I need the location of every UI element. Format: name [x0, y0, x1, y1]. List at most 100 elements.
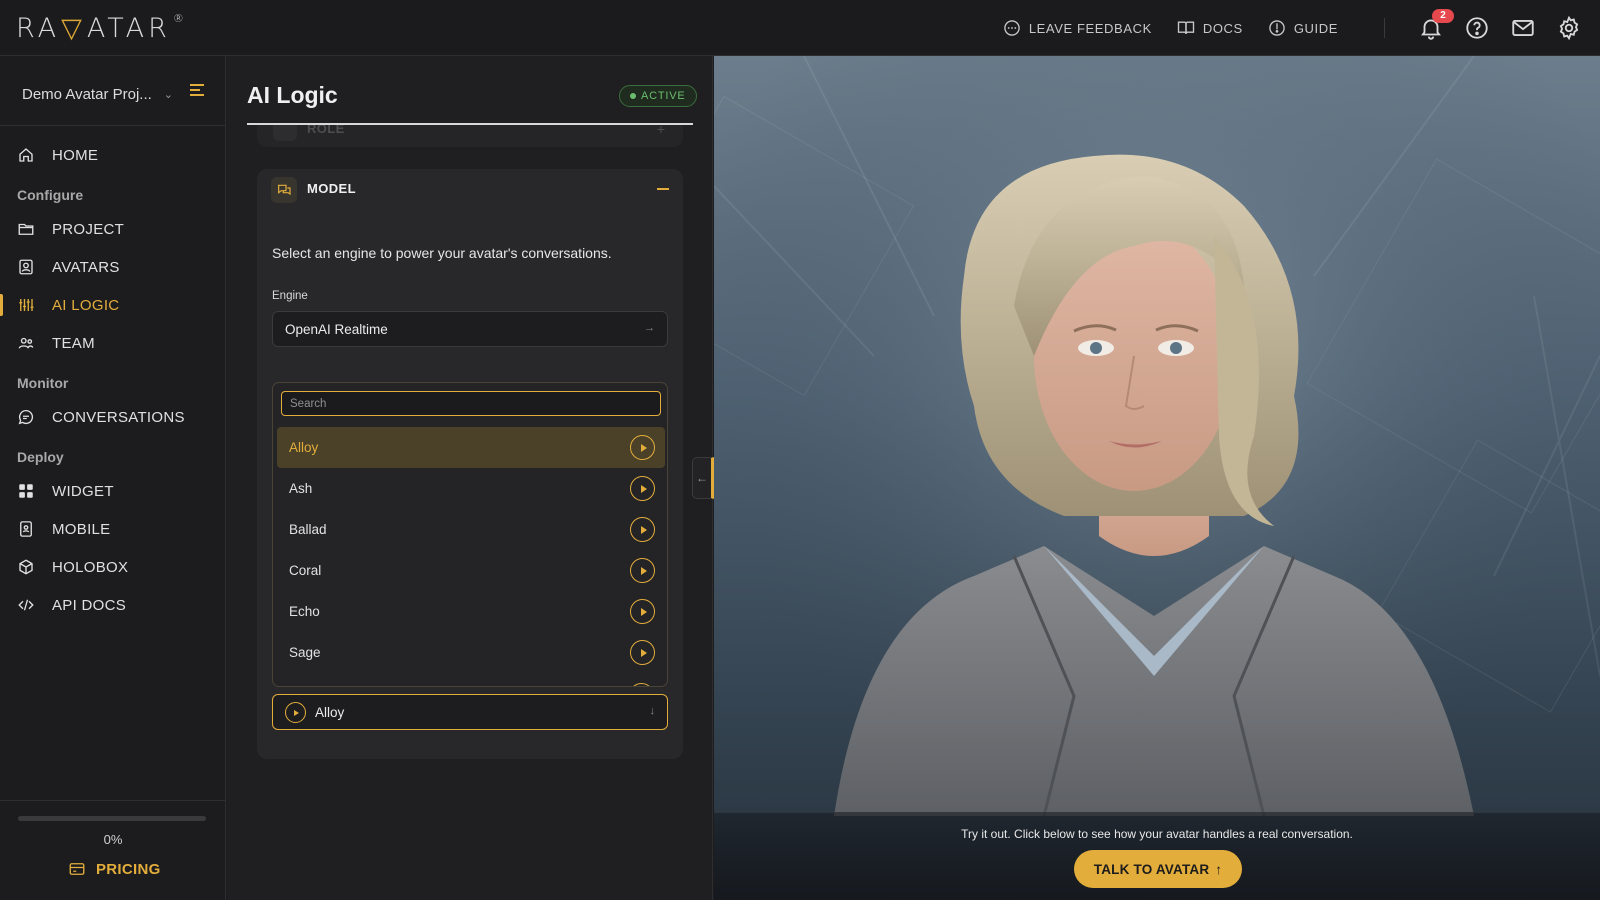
sidebar-divider [0, 125, 226, 126]
voice-option[interactable]: Ballad [277, 509, 665, 550]
role-section[interactable]: ROLE + [257, 125, 683, 147]
sidebar-item-label: AVATARS [52, 258, 120, 276]
settings-button[interactable] [1556, 15, 1582, 41]
setup-progress-bar [18, 816, 206, 821]
sidebar-item-label: WIDGET [52, 482, 114, 500]
leave-feedback-link[interactable]: LEAVE FEEDBACK [1002, 18, 1152, 38]
project-selector[interactable]: Demo Avatar Proj... ⌄ [22, 80, 212, 108]
mail-icon [1512, 20, 1534, 36]
gear-icon [1559, 15, 1579, 41]
sidebar-item-label: API DOCS [52, 596, 127, 614]
help-icon [1466, 17, 1488, 39]
play-icon[interactable] [285, 702, 306, 723]
voice-select[interactable]: Alloy ↓ [272, 694, 668, 730]
talk-to-avatar-button[interactable]: TALK TO AVATAR ↑ [1074, 850, 1242, 888]
voice-option[interactable]: Ash [277, 468, 665, 509]
arrow-left-icon: ← [696, 471, 708, 485]
sidebar-item-project[interactable]: PROJECT [0, 210, 226, 248]
voice-option[interactable]: Coral [277, 550, 665, 591]
status-badge: ACTIVE [619, 85, 697, 107]
project-name: Demo Avatar Proj... [22, 85, 152, 103]
user-card-icon [19, 259, 33, 275]
sidebar-item-avatars[interactable]: AVATARS [0, 248, 226, 286]
leave-feedback-label: LEAVE FEEDBACK [1028, 20, 1152, 36]
sidebar-item-label: HOME [52, 146, 99, 164]
avatar-preview: Try it out. Click below to see how your … [714, 56, 1600, 900]
voice-option-label: Ash [289, 481, 313, 496]
sidebar-item-label: MOBILE [52, 520, 111, 538]
play-icon[interactable] [630, 435, 655, 460]
title-underline [247, 123, 693, 125]
sidebar-item-label: CONVERSATIONS [52, 408, 185, 426]
sidebar-item-ai-logic[interactable]: AI LOGIC [0, 286, 226, 324]
play-icon[interactable] [630, 476, 655, 501]
ravatar-logo[interactable]: RA ▽ ATAR ® [16, 8, 184, 48]
pricing-label: PRICING [96, 860, 161, 878]
play-icon[interactable] [630, 640, 655, 665]
model-section-label: MODEL [307, 181, 356, 196]
engine-label: Engine [272, 290, 308, 302]
docs-link[interactable]: DOCS [1176, 18, 1243, 38]
sidebar-item-home[interactable]: HOME [0, 136, 226, 174]
voice-option-label: Alloy [289, 440, 319, 455]
sidebar-item-conversations[interactable]: CONVERSATIONS [0, 398, 226, 436]
engine-select[interactable]: OpenAI Realtime → [272, 311, 668, 347]
collapse-panel-button[interactable]: ← [692, 457, 714, 499]
sidebar-item-holobox[interactable]: HOLOBOX [0, 548, 226, 586]
voice-option[interactable]: Echo [277, 591, 665, 632]
guide-link[interactable]: GUIDE [1267, 18, 1338, 38]
voice-list: Alloy Ash Ballad Coral Echo Sage [277, 427, 665, 673]
sidebar-item-label: PROJECT [52, 220, 125, 238]
play-icon[interactable] [630, 517, 655, 542]
role-icon [273, 125, 297, 141]
credit-card-icon [69, 863, 85, 875]
mail-button[interactable] [1510, 15, 1536, 41]
compass-icon [1269, 20, 1285, 36]
voice-option[interactable]: Sage [277, 632, 665, 673]
top-icons: 2 [1418, 0, 1582, 56]
model-icon [271, 177, 297, 203]
pricing-button[interactable]: PRICING [68, 860, 161, 878]
engine-value: OpenAI Realtime [285, 321, 388, 337]
sidebar-item-team[interactable]: TEAM [0, 324, 226, 362]
page-title: AI Logic [247, 82, 338, 108]
top-bar: RA ▽ ATAR ® LEAVE FEEDBACK DOCS GUIDE 2 [0, 0, 1600, 56]
progress-label: 0% [103, 832, 123, 847]
sliders-icon [19, 299, 34, 311]
ai-logic-panel: AI Logic ACTIVE ROLE + MODEL Select an e… [227, 56, 713, 900]
arrow-right-icon: → [644, 322, 655, 334]
top-links: LEAVE FEEDBACK DOCS GUIDE [1002, 0, 1338, 56]
menu-toggle-button[interactable] [188, 82, 208, 98]
sidebar-item-mobile[interactable]: MOBILE [0, 510, 226, 548]
top-divider [1384, 18, 1385, 38]
code-icon [18, 599, 34, 611]
sidebar-item-widget[interactable]: WIDGET [0, 472, 226, 510]
sidebar-item-api-docs[interactable]: API DOCS [0, 586, 226, 624]
guide-label: GUIDE [1293, 20, 1338, 36]
play-icon[interactable] [630, 558, 655, 583]
chat-bubble-icon [1004, 20, 1020, 36]
home-icon [19, 148, 33, 162]
status-dot [630, 93, 636, 99]
sidebar-item-label: HOLOBOX [52, 558, 129, 576]
chevron-down-icon: ⌄ [163, 88, 173, 101]
avatar-image [714, 56, 1600, 900]
voice-search-input[interactable] [281, 391, 661, 416]
voice-select-value: Alloy [315, 704, 345, 720]
voice-option-label: Echo [289, 604, 320, 619]
arrow-up-icon: ↑ [1215, 861, 1223, 877]
arrow-down-icon: ↓ [649, 705, 656, 717]
nav-group-monitor: Monitor [17, 375, 69, 391]
voice-option[interactable]: Alloy [277, 427, 665, 468]
preview-footer: Try it out. Click below to see how your … [714, 812, 1600, 900]
sidebar-bottom-divider [0, 800, 226, 801]
collapse-icon[interactable] [657, 188, 669, 190]
sidebar-item-label: TEAM [52, 334, 95, 352]
voice-dropdown: Alloy Ash Ballad Coral Echo [272, 382, 668, 687]
chat-bubbles-icon [278, 184, 291, 196]
try-it-hint: Try it out. Click below to see how your … [961, 827, 1353, 841]
notifications-button[interactable]: 2 [1418, 9, 1454, 41]
help-button[interactable] [1464, 15, 1490, 41]
voice-option-label: Coral [289, 563, 322, 578]
play-icon[interactable] [630, 599, 655, 624]
